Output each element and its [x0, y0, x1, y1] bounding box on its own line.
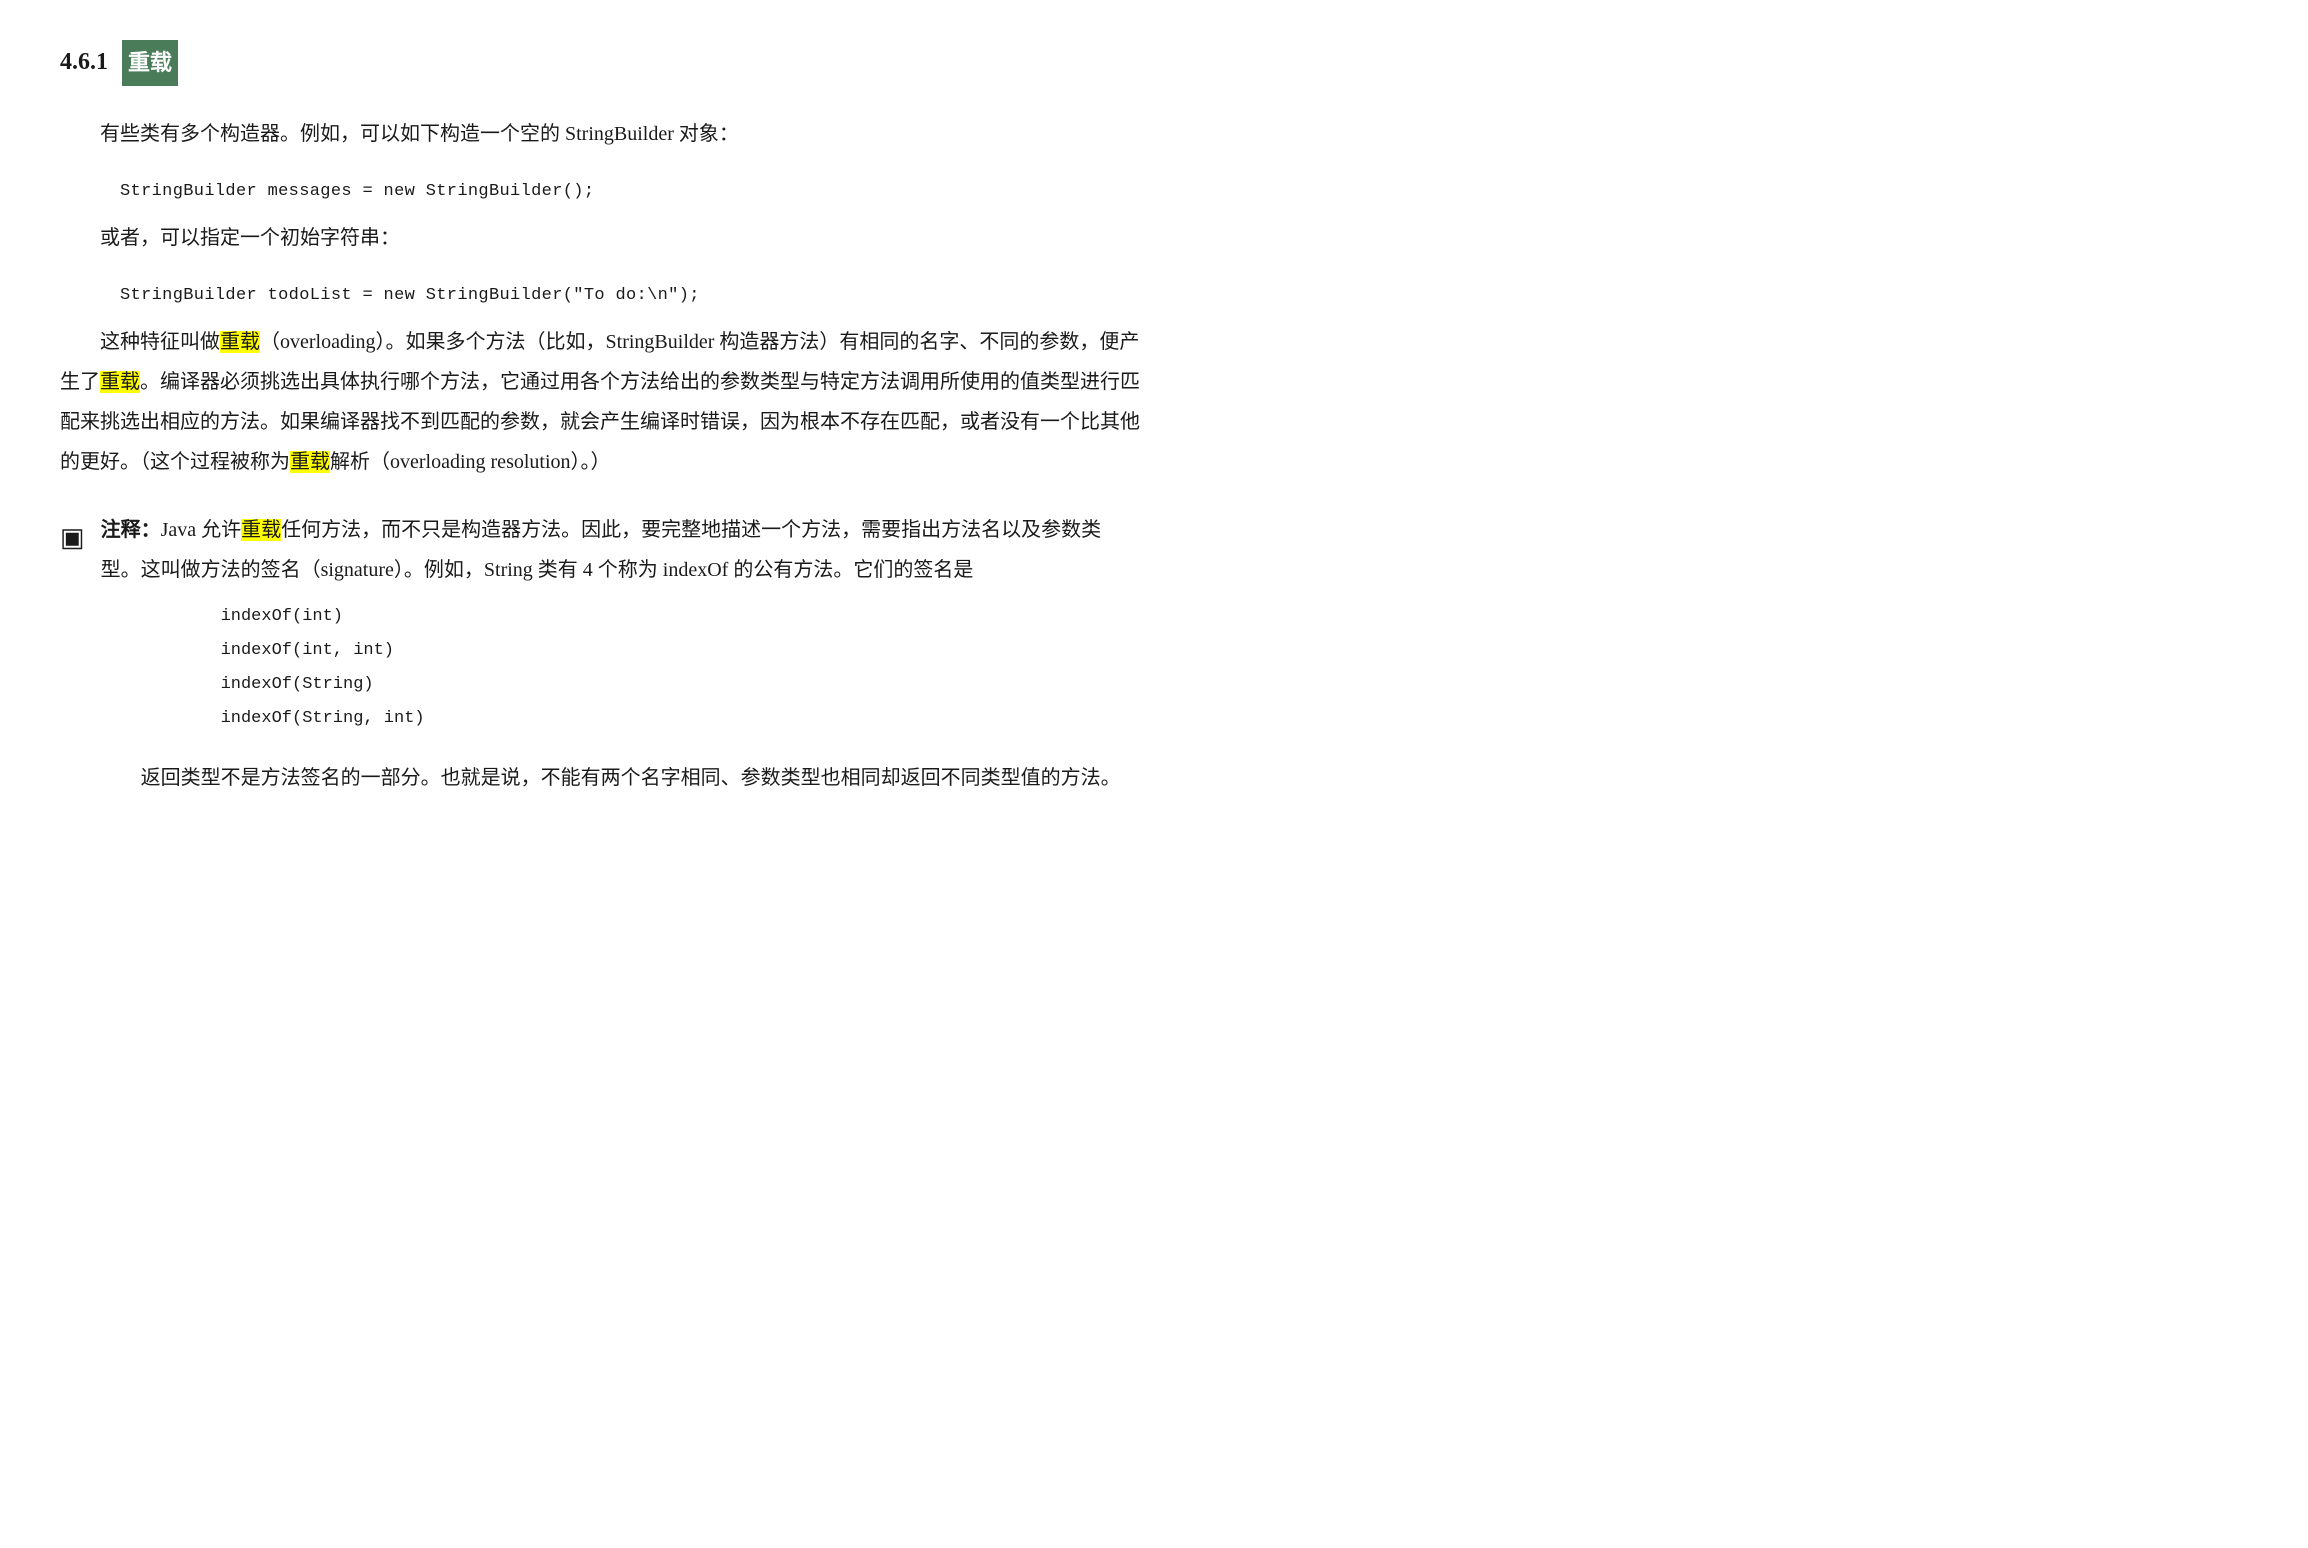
section-title: 4.6.1 重载: [60, 40, 1140, 86]
para3-text-4: 解析（overloading resolution）。）: [330, 451, 611, 473]
para1-text: 有些类有多个构造器。例如，可以如下构造一个空的 StringBuilder 对象…: [100, 123, 739, 145]
paragraph-1: 有些类有多个构造器。例如，可以如下构造一个空的 StringBuilder 对象…: [60, 114, 1140, 154]
code-block-2: StringBuilder todoList = new StringBuild…: [120, 280, 1140, 312]
note-content: 注释：Java 允许重载任何方法，而不只是构造器方法。因此，要完整地描述一个方法…: [101, 510, 1140, 798]
highlight-overload-2: 重载: [100, 371, 140, 393]
para2-text: 或者，可以指定一个初始字符串：: [100, 227, 400, 249]
para4-text: 返回类型不是方法签名的一部分。也就是说，不能有两个名字相同、参数类型也相同却返回…: [141, 767, 1121, 789]
code-list-item-3: indexOf(String): [221, 668, 1140, 702]
note-text-1: Java 允许: [161, 519, 242, 541]
code-block-1: StringBuilder messages = new StringBuild…: [120, 176, 1140, 208]
section-heading-highlight: 重载: [122, 40, 178, 86]
paragraph-4: 返回类型不是方法签名的一部分。也就是说，不能有两个名字相同、参数类型也相同却返回…: [101, 758, 1140, 798]
highlight-overload-note: 重载: [241, 519, 281, 541]
code-list: indexOf(int) indexOf(int, int) indexOf(S…: [221, 600, 1140, 736]
code-list-item-4: indexOf(String, int): [221, 702, 1140, 736]
highlight-overload-3: 重载: [290, 451, 330, 473]
section-number: 4.6.1: [60, 40, 108, 86]
para3-text-1: 这种特征叫做: [100, 331, 220, 353]
note-icon: ▣: [60, 512, 85, 564]
paragraph-3: 这种特征叫做重载（overloading）。如果多个方法（比如，StringBu…: [60, 322, 1140, 482]
note-label: 注释：: [101, 519, 161, 541]
highlight-overload-1: 重载: [220, 331, 260, 353]
paragraph-2: 或者，可以指定一个初始字符串：: [60, 218, 1140, 258]
code-list-item-1: indexOf(int): [221, 600, 1140, 634]
note-box: ▣ 注释：Java 允许重载任何方法，而不只是构造器方法。因此，要完整地描述一个…: [60, 510, 1140, 798]
code-list-item-2: indexOf(int, int): [221, 634, 1140, 668]
